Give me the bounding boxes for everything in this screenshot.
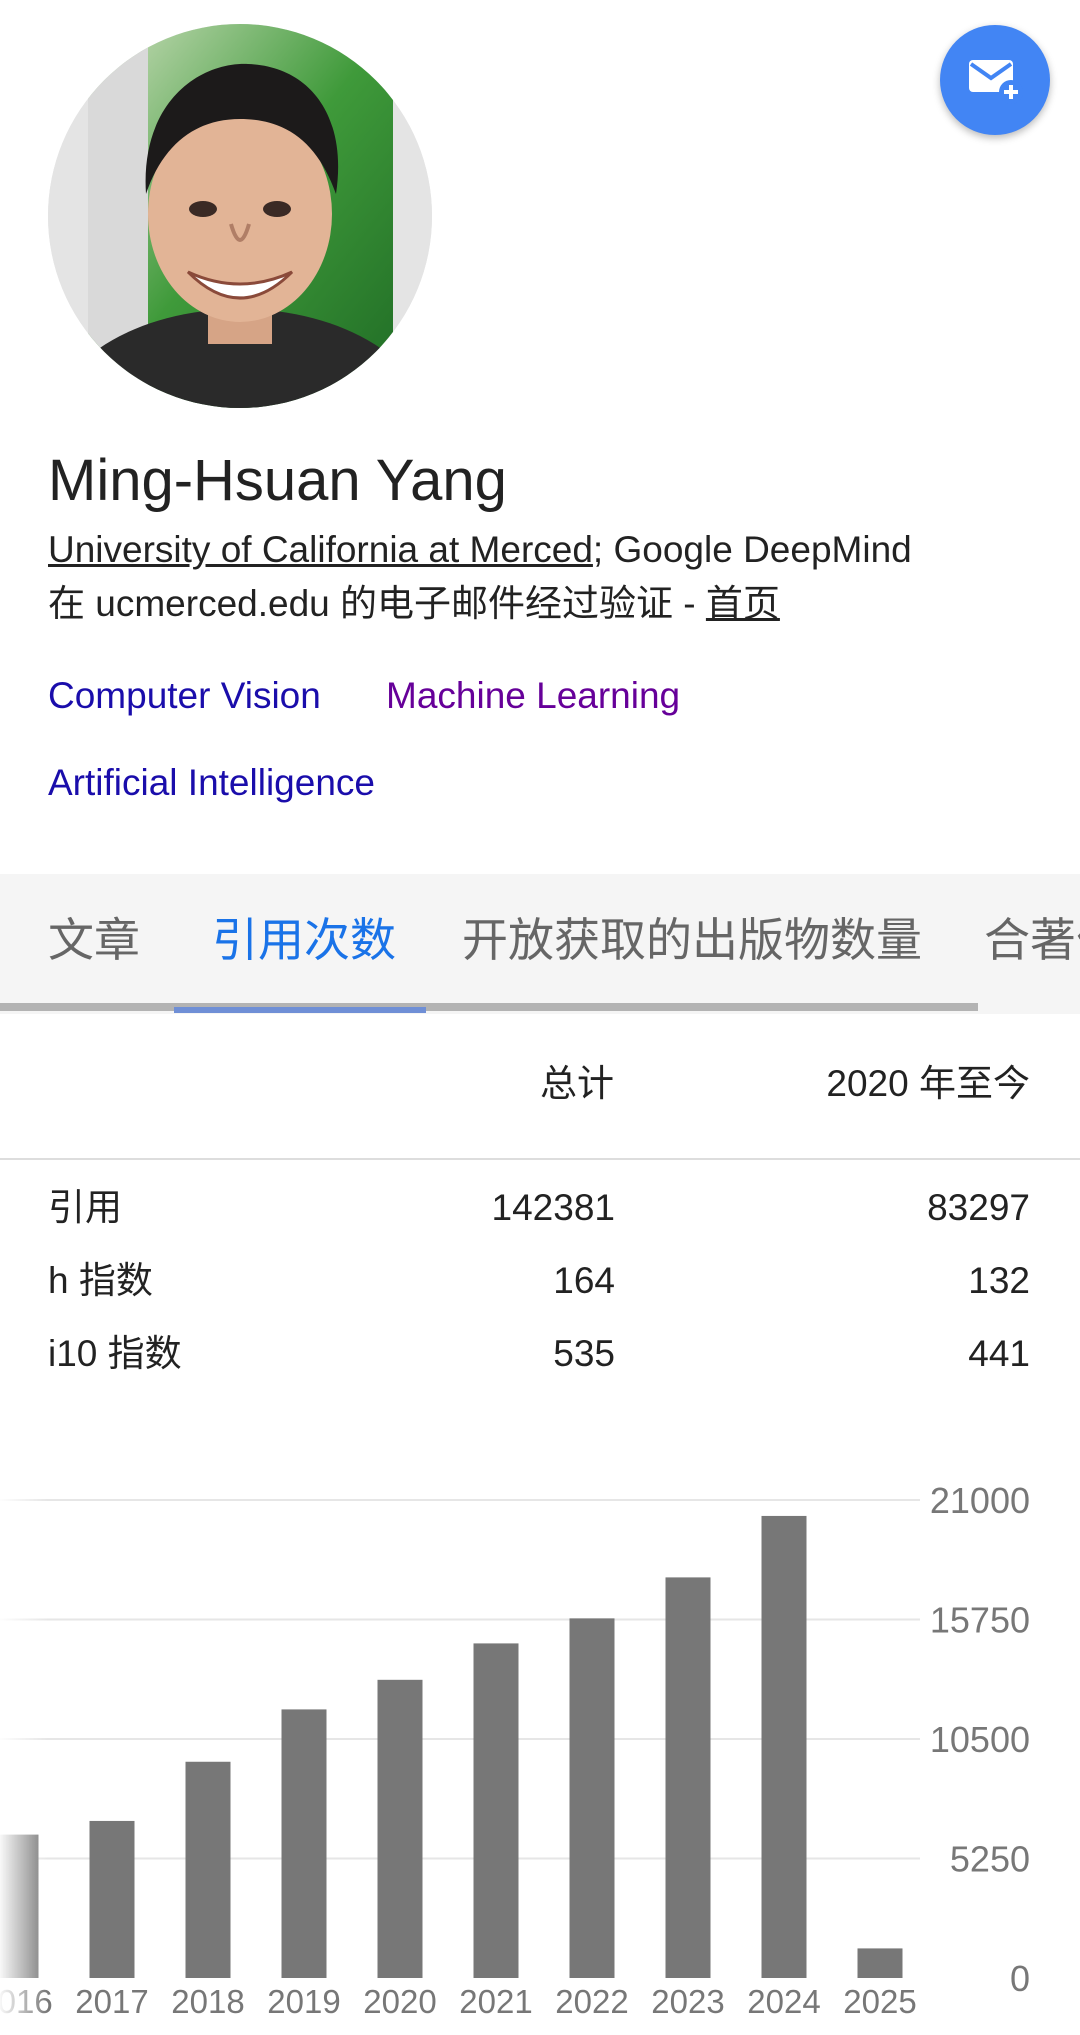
stats-row-total: 535: [553, 1333, 615, 1374]
citations-chart-svg: 0525010500157502100020162017201820192020…: [0, 1460, 1030, 2035]
x-tick-label: 2024: [747, 1983, 820, 2020]
x-tick-label: 2025: [843, 1983, 916, 2020]
chart-bar-2023[interactable]: [665, 1577, 711, 1978]
tab-coauthors[interactable]: 合著作者: [984, 874, 1080, 1006]
interest-artificial-intelligence[interactable]: Artificial Intelligence: [48, 761, 375, 805]
stats-row-total: 142381: [491, 1187, 615, 1228]
x-tick-label: 2019: [267, 1983, 340, 2020]
citations-per-year-chart[interactable]: 0525010500157502100020162017201820192020…: [0, 1460, 1080, 2035]
profile-photo: [48, 24, 432, 408]
email-verified-line: 在 ucmerced.edu 的电子邮件经过验证 - 首页: [48, 582, 780, 626]
tab-scrollbar[interactable]: [0, 1003, 978, 1011]
stats-row-label[interactable]: i10 指数: [48, 1330, 182, 1378]
y-tick-label: 21000: [930, 1480, 1030, 1521]
chart-scroll-fade: [0, 1460, 48, 2035]
interest-machine-learning[interactable]: Machine Learning: [386, 674, 680, 718]
y-tick-label: 15750: [930, 1600, 1030, 1641]
chart-bar-2024[interactable]: [761, 1515, 807, 1978]
y-tick-label: 10500: [930, 1719, 1030, 1760]
profile-name: Ming-Hsuan Yang: [48, 448, 507, 513]
chart-bar-2018[interactable]: [185, 1761, 231, 1978]
active-tab-indicator: [174, 1007, 426, 1013]
x-tick-label: 2023: [651, 1983, 724, 2020]
follow-email-button[interactable]: [940, 25, 1050, 135]
affiliation-link[interactable]: University of California at Merced: [48, 529, 593, 570]
chart-bar-2017[interactable]: [89, 1820, 135, 1978]
chart-bar-2025[interactable]: [857, 1948, 903, 1978]
y-tick-label: 0: [1010, 1958, 1030, 1999]
stats-row-total: 164: [553, 1260, 615, 1301]
tab-citations[interactable]: 引用次数: [212, 874, 396, 1006]
chart-bar-2022[interactable]: [569, 1618, 615, 1978]
x-tick-label: 2022: [555, 1983, 628, 2020]
homepage-link[interactable]: 首页: [706, 583, 780, 624]
x-tick-label: 2021: [459, 1983, 532, 2020]
chart-bar-2019[interactable]: [281, 1709, 327, 1978]
y-tick-label: 5250: [950, 1839, 1030, 1880]
tab-open-access[interactable]: 开放获取的出版物数量: [462, 874, 922, 1006]
x-tick-label: 2017: [75, 1983, 148, 2020]
profile-photo-image: [48, 24, 432, 408]
verified-email-text: 在 ucmerced.edu 的电子邮件经过验证 -: [48, 583, 706, 624]
stats-row-since: 132: [968, 1260, 1030, 1301]
stats-row-since: 83297: [927, 1187, 1030, 1228]
affiliation-rest: ; Google DeepMind: [592, 529, 912, 570]
profile-affiliation: University of California at Merced; Goog…: [48, 528, 912, 572]
x-tick-label: 2018: [171, 1983, 244, 2020]
chart-bar-2021[interactable]: [473, 1643, 519, 1978]
stats-header-since-2020: 2020 年至今: [826, 1063, 1030, 1104]
x-tick-label: 2020: [363, 1983, 436, 2020]
stats-divider: [0, 1158, 1080, 1160]
interest-computer-vision[interactable]: Computer Vision: [48, 674, 321, 718]
stats-row-since: 441: [968, 1333, 1030, 1374]
chart-bar-2020[interactable]: [377, 1679, 423, 1978]
tab-articles[interactable]: 文章: [48, 874, 140, 1006]
profile-tab-bar: 文章 引用次数 开放获取的出版物数量 合著作者: [0, 874, 1080, 1014]
stats-row-label[interactable]: 引用: [48, 1184, 122, 1232]
mail-follow-icon: [969, 60, 1023, 104]
stats-row-label[interactable]: h 指数: [48, 1257, 153, 1305]
stats-header-total: 总计: [540, 1063, 614, 1104]
